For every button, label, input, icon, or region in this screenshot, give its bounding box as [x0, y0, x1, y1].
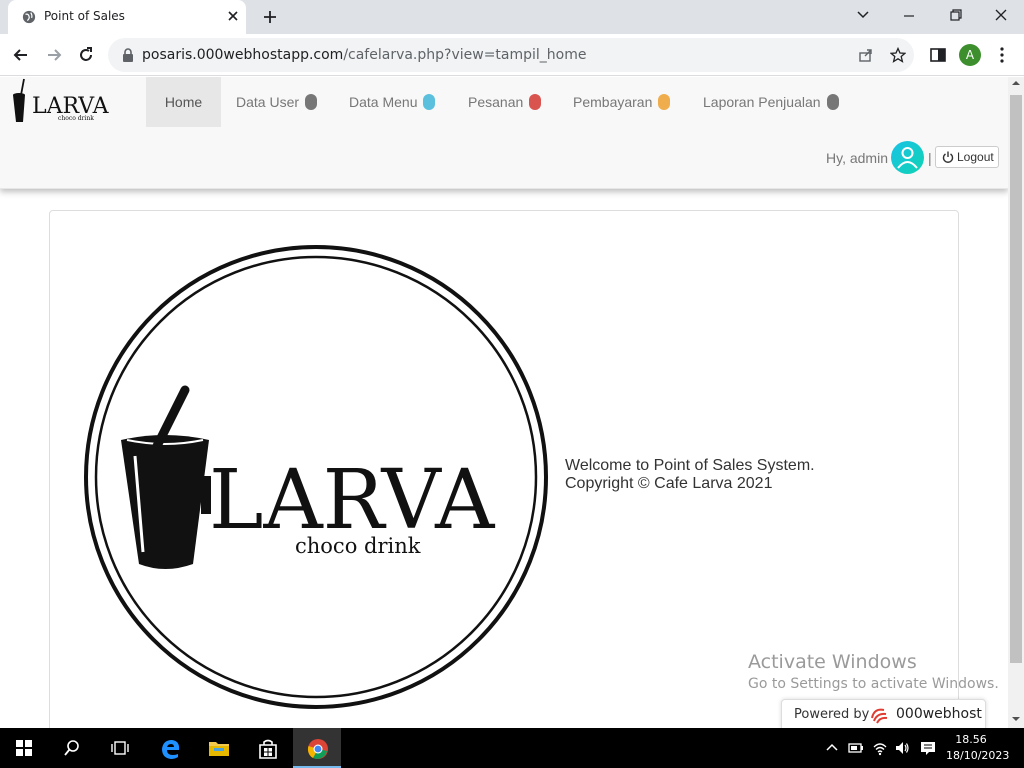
page-viewport: LARVA choco drink Home Data User Data Me…	[0, 77, 1008, 728]
nav-data-user-badge	[305, 94, 318, 111]
scroll-up-arrow-icon[interactable]	[1012, 79, 1020, 87]
nav-data-menu-badge	[423, 94, 436, 111]
edge-taskbar-button[interactable]	[146, 728, 194, 768]
nav-home-label: Home	[164, 94, 203, 110]
nav-home[interactable]: Home	[146, 77, 221, 127]
nav-pesanan[interactable]: Pesanan	[468, 77, 542, 127]
copyright-line: Copyright © Cafe Larva 2021	[565, 475, 773, 492]
powered-by-badge[interactable]: Powered by 000webhost	[781, 699, 986, 729]
nav-laporan-penjualan[interactable]: Laporan Penjualan	[703, 77, 839, 127]
nav-pembayaran-label: Pembayaran	[573, 94, 653, 110]
nav-data-user[interactable]: Data User	[236, 77, 318, 127]
start-button[interactable]	[0, 728, 48, 768]
url-path: /cafelarva.php?view=tampil_home	[343, 47, 587, 63]
file-explorer-taskbar-button[interactable]	[194, 728, 242, 768]
wifi-icon[interactable]	[872, 740, 888, 756]
close-window-icon[interactable]	[991, 6, 1011, 24]
browser-toolbar: posaris.000webhostapp.com/cafelarva.php?…	[0, 34, 1024, 76]
share-icon[interactable]	[858, 47, 874, 63]
brand-logo[interactable]: LARVA choco drink	[10, 77, 116, 127]
logo-tagline-text: choco drink	[295, 534, 421, 558]
nav-data-menu-label: Data Menu	[349, 94, 418, 110]
bookmark-star-icon[interactable]	[890, 47, 906, 63]
url-host: posaris.000webhostapp.com	[142, 47, 344, 63]
store-taskbar-button[interactable]	[243, 728, 291, 768]
close-tab-icon[interactable]	[226, 9, 240, 23]
nav-data-user-label: Data User	[236, 94, 300, 110]
notification-icon[interactable]	[920, 740, 936, 756]
page-scrollbar[interactable]	[1008, 77, 1024, 728]
url-text: posaris.000webhostapp.com/cafelarva.php?…	[142, 47, 587, 63]
nav-pembayaran[interactable]: Pembayaran	[573, 77, 671, 127]
back-arrow-icon[interactable]	[11, 45, 31, 65]
side-panel-icon[interactable]	[929, 46, 947, 64]
nav-pembayaran-badge	[658, 94, 671, 111]
new-tab-icon[interactable]	[261, 8, 279, 26]
tab-title: Point of Sales	[44, 9, 125, 23]
windows-logo-icon	[16, 740, 32, 756]
search-icon	[64, 740, 79, 756]
clock-date: 18/10/2023	[946, 749, 1010, 762]
nav-laporan-label: Laporan Penjualan	[703, 94, 821, 110]
system-clock[interactable]: 18.56 18/10/2023	[946, 732, 1010, 764]
browser-tab[interactable]: Point of Sales	[8, 0, 246, 34]
power-icon	[942, 151, 954, 163]
forward-arrow-icon[interactable]	[44, 45, 64, 65]
user-icon	[897, 147, 918, 169]
app-navbar: LARVA choco drink Home Data User Data Me…	[0, 77, 1008, 189]
browser-tabstrip: Point of Sales	[0, 0, 1024, 34]
powered-by-text: Powered by	[794, 707, 870, 722]
greeting-text: Hy, admin	[826, 150, 888, 166]
battery-icon[interactable]	[848, 740, 864, 756]
address-bar[interactable]: posaris.000webhostapp.com/cafelarva.php?…	[108, 38, 914, 72]
clock-time: 18.56	[955, 733, 987, 746]
welcome-line: Welcome to Point of Sales System.	[565, 457, 815, 474]
welcome-message: Welcome to Point of Sales System. Copyri…	[565, 457, 815, 493]
minimize-icon[interactable]	[899, 6, 919, 24]
nav-laporan-badge	[826, 94, 839, 111]
separator: |	[928, 150, 932, 166]
logout-button[interactable]: Logout	[935, 146, 999, 168]
scroll-down-arrow-icon[interactable]	[1012, 715, 1020, 723]
brand-tagline: choco drink	[58, 115, 94, 122]
nav-pesanan-label: Pesanan	[468, 94, 524, 110]
search-button[interactable]	[48, 728, 96, 768]
store-bag-icon	[259, 739, 277, 759]
chrome-taskbar-button[interactable]	[293, 728, 341, 768]
powered-by-brand: 000webhost	[896, 706, 982, 722]
activate-windows-subtitle: Go to Settings to activate Windows.	[748, 676, 999, 692]
screen: Point of Sales posaris.000webhostapp.com…	[0, 0, 1024, 768]
larva-logo: LARVA choco drink	[84, 245, 548, 709]
restore-icon[interactable]	[945, 6, 965, 24]
chrome-icon	[307, 739, 328, 759]
edge-icon	[162, 740, 180, 759]
task-view-icon	[111, 741, 129, 755]
show-hidden-icons-chevron-icon[interactable]	[824, 740, 840, 756]
tab-search-chevron-icon[interactable]	[853, 6, 873, 24]
folder-icon	[209, 742, 229, 756]
windows-taskbar: 18.56 18/10/2023	[0, 728, 1024, 768]
webhost-logo-icon	[871, 708, 888, 724]
lock-icon[interactable]	[122, 48, 134, 62]
nav-pesanan-badge	[529, 94, 542, 111]
profile-avatar[interactable]: A	[959, 44, 981, 66]
logout-label: Logout	[957, 150, 994, 164]
menu-kebab-icon[interactable]	[993, 46, 1011, 64]
user-avatar[interactable]	[891, 141, 924, 174]
reload-icon[interactable]	[76, 45, 96, 65]
nav-data-menu[interactable]: Data Menu	[349, 77, 436, 127]
volume-icon[interactable]	[894, 740, 910, 756]
task-view-button[interactable]	[96, 728, 144, 768]
scroll-thumb[interactable]	[1010, 95, 1022, 663]
globe-icon	[22, 10, 36, 24]
activate-windows-title: Activate Windows	[748, 651, 917, 673]
